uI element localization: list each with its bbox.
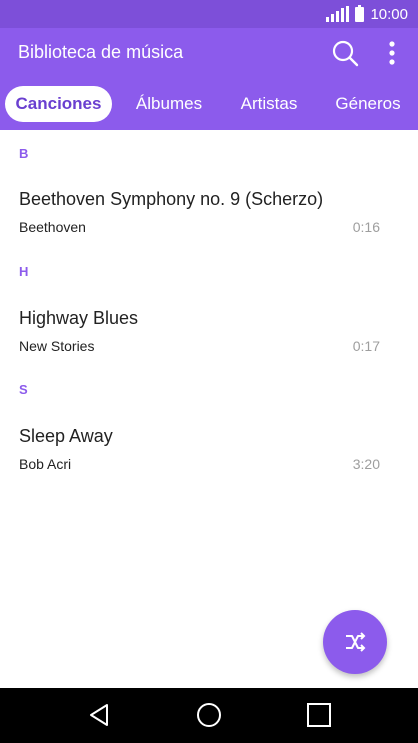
song-title: Beethoven Symphony no. 9 (Scherzo) [19, 189, 324, 209]
home-icon [197, 703, 221, 727]
app-bar: Biblioteca de música Canciones Álbumes A… [0, 28, 418, 130]
recents-button[interactable] [304, 700, 334, 730]
signal-icon [326, 6, 350, 22]
section-header-h: H [19, 264, 29, 279]
song-duration: 3:20 [352, 456, 380, 472]
shuffle-button[interactable] [323, 610, 387, 674]
app-title: Biblioteca de música [18, 42, 184, 62]
back-button[interactable] [84, 700, 114, 730]
back-icon [90, 704, 108, 726]
status-time: 10:00 [370, 5, 408, 23]
section-header-b: B [19, 146, 29, 161]
song-artist: Bob Acri [19, 456, 72, 472]
more-options-button[interactable] [382, 38, 402, 68]
tab-albumes[interactable]: Álbumes [128, 86, 210, 122]
search-button[interactable] [330, 38, 360, 68]
tab-canciones[interactable]: Canciones [5, 86, 112, 122]
song-duration: 0:17 [352, 338, 380, 354]
recents-icon [307, 703, 331, 727]
navigation-bar [0, 688, 418, 743]
search-icon [332, 40, 359, 67]
tab-artistas[interactable]: Artistas [232, 86, 306, 122]
home-button[interactable] [194, 700, 224, 730]
tab-bar: Canciones Álbumes Artistas Géneros [0, 84, 418, 124]
shuffle-icon [346, 632, 366, 652]
song-artist: New Stories [19, 338, 95, 354]
song-duration: 0:16 [352, 219, 380, 235]
more-vertical-icon [389, 41, 395, 65]
song-title: Sleep Away [19, 426, 113, 446]
status-bar: 10:00 [0, 0, 418, 28]
song-artist: Beethoven [19, 219, 86, 235]
battery-icon [355, 4, 365, 22]
section-header-s: S [19, 382, 28, 397]
status-icons: 10:00 [326, 4, 408, 24]
song-title: Highway Blues [19, 308, 139, 328]
tab-generos[interactable]: Géneros [330, 86, 406, 122]
